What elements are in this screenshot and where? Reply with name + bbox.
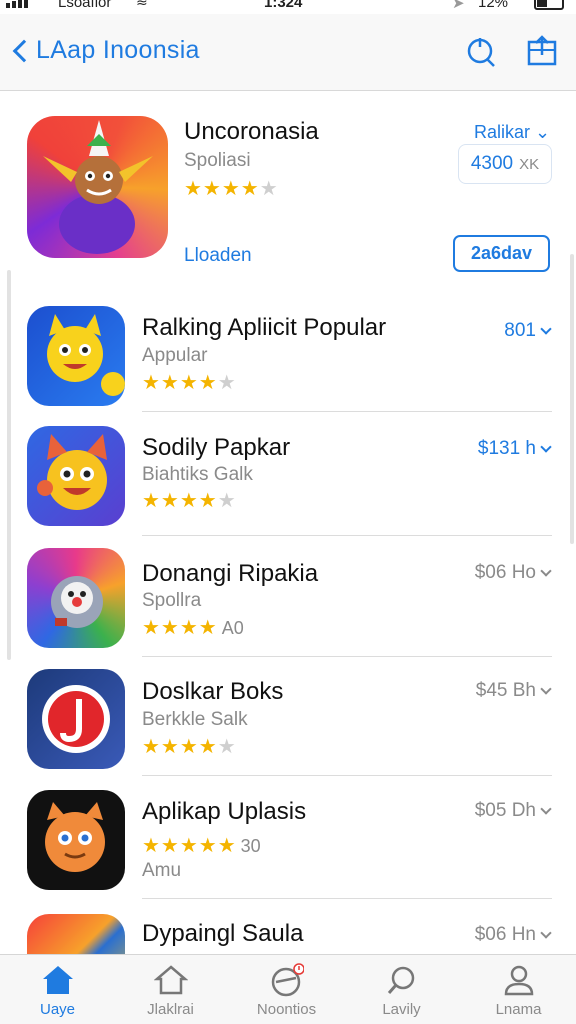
featured-app-icon [27, 116, 168, 258]
chevron-down-icon [540, 683, 552, 695]
chevron-down-icon [540, 323, 552, 335]
app-price-4[interactable]: $45 Bh [476, 680, 552, 702]
status-time: 1:324 [264, 0, 303, 11]
app-rating-count-5: 30 [240, 836, 261, 856]
featured-app-name: Uncoronasia [184, 118, 319, 145]
row-divider [142, 411, 552, 412]
app-icon-6 [27, 914, 125, 954]
tab-home[interactable]: Uaye [0, 955, 115, 1024]
battery-icon [534, 0, 564, 10]
app-price-3[interactable]: $06 Ho [475, 562, 552, 584]
chevron-down-icon [540, 441, 552, 453]
app-list[interactable]: Uncoronasia Spoliasi ★★★★★ Ralikar ⌄ 430… [0, 92, 576, 954]
chevron-down-icon [540, 565, 552, 577]
signal-icon [6, 0, 28, 8]
tab-label-featured: Jlaklrai [147, 1001, 194, 1018]
chevron-left-icon [12, 39, 36, 62]
app-star-rating-3: ★★★★ A0 [142, 617, 244, 639]
row-divider [142, 898, 552, 899]
tab-label-search: Lavily [382, 1001, 421, 1018]
battery-percent: 12% [478, 0, 509, 11]
featured-action-button[interactable]: 2a6dav [453, 235, 550, 272]
featured-link[interactable]: Lloaden [184, 245, 252, 267]
featured-star-rating: ★★★★★ [184, 178, 279, 200]
home-icon [42, 966, 73, 994]
app-name-4: Doslkar Boks [142, 678, 284, 705]
chevron-down-icon [540, 927, 552, 939]
app-subtitle-5: Amu [142, 860, 182, 881]
app-star-rating-2: ★★★★★ [142, 490, 237, 512]
tab-search[interactable]: Lavily [344, 955, 459, 1024]
app-star-rating-5: ★★★★★ 30 [142, 835, 261, 857]
scroll-indicator-right[interactable] [570, 254, 574, 544]
scroll-indicator-left [7, 270, 11, 660]
app-name-6: Dypaingl Saula [142, 920, 304, 947]
app-name-2: Sodily Papkar [142, 434, 291, 461]
app-price-5[interactable]: $05 Dh [475, 800, 552, 822]
app-icon-2 [27, 426, 125, 526]
app-rating-count-3: A0 [221, 618, 244, 638]
tab-label-home: Uaye [39, 1001, 76, 1018]
back-label: LAap Inoonsia [36, 36, 200, 64]
row-divider [142, 656, 552, 657]
featured-rating-label: Ralikar ⌄ [474, 122, 551, 142]
app-star-rating-4: ★★★★★ [142, 736, 237, 758]
status-bar: Lsoaflor ≋ 1:324 ➤ 12% [0, 0, 576, 14]
app-price-1[interactable]: 801 [504, 320, 552, 342]
app-name-5: Aplikap Uplasis [142, 798, 307, 825]
share-icon[interactable] [526, 34, 560, 68]
featured-app-card[interactable]: Uncoronasia Spoliasi ★★★★★ Ralikar ⌄ 430… [0, 92, 576, 288]
tab-notifications[interactable]: Noontios [229, 955, 344, 1024]
house-outline-icon [153, 965, 188, 995]
app-subtitle-4: Berkkle Salk [142, 709, 248, 730]
person-icon [504, 965, 533, 996]
featured-app-subtitle: Spoliasi [184, 150, 251, 171]
refresh-icon[interactable] [464, 34, 498, 68]
carrier-label: Lsoaflor [58, 0, 112, 11]
tab-bar: Uaye Jlaklrai Noontios Lavily Lnama [0, 954, 576, 1024]
featured-price-button[interactable]: 4300 XK [458, 144, 552, 184]
featured-price-unit: XK [519, 155, 540, 173]
app-subtitle-1: Appular [142, 345, 208, 366]
wifi-icon: ≋ [136, 0, 148, 9]
tab-featured[interactable]: Jlaklrai [113, 955, 228, 1024]
app-icon-4 [27, 669, 125, 769]
featured-price: 4300 [470, 153, 514, 174]
location-icon: ➤ [452, 0, 465, 12]
tab-profile[interactable]: Lnama [461, 955, 576, 1024]
row-divider [142, 535, 552, 536]
navigation-bar: LAap Inoonsia [0, 14, 576, 91]
app-price-6[interactable]: $06 Hn [475, 924, 552, 946]
tab-label-notifications: Noontios [256, 1001, 317, 1018]
app-subtitle-3: Spollra [142, 590, 202, 611]
chevron-down-icon [540, 803, 552, 815]
app-icon-1 [27, 306, 125, 406]
notifications-icon [271, 963, 304, 997]
tab-label-profile: Lnama [495, 1001, 542, 1018]
app-name-1: Ralking Apliicit Popular [142, 314, 387, 341]
app-star-rating-1: ★★★★★ [142, 372, 237, 394]
row-divider [142, 775, 552, 776]
app-subtitle-2: Biahtiks Galk [142, 464, 253, 485]
app-name-3: Donangi Ripakia [142, 560, 319, 587]
back-button[interactable]: LAap Inoonsia [10, 36, 200, 65]
app-icon-3 [27, 548, 125, 648]
app-price-2[interactable]: $131 h [478, 438, 552, 460]
search-icon [387, 966, 414, 994]
app-icon-5 [27, 790, 125, 890]
